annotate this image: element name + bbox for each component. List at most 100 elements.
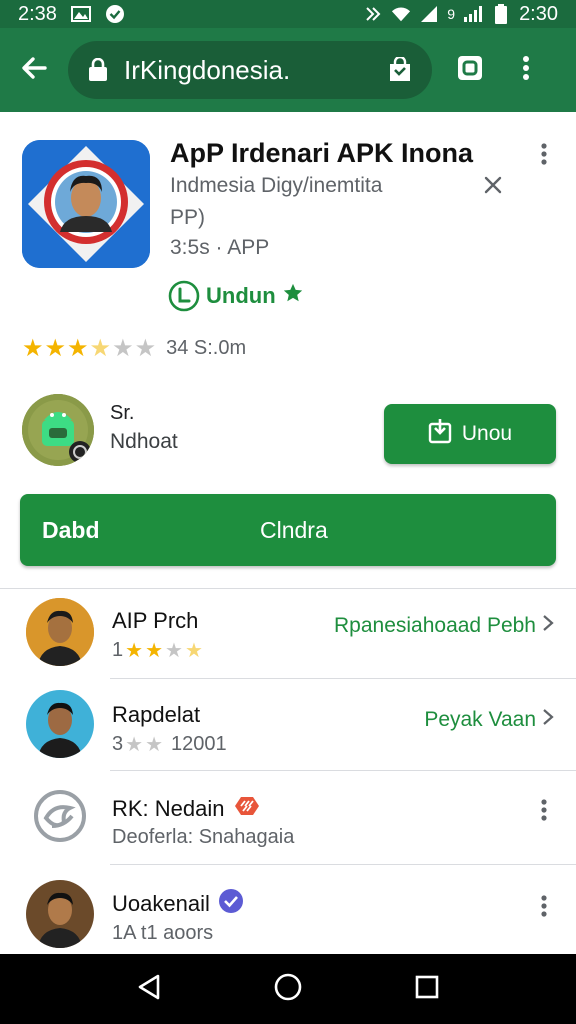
chevron-right-icon	[542, 614, 554, 638]
system-nav-bar	[0, 954, 576, 1024]
signal-icon	[419, 5, 439, 23]
back-button[interactable]	[0, 28, 68, 112]
list-item-rating-prefix: 3	[112, 733, 124, 755]
battery-icon	[491, 4, 511, 24]
developer-subtitle: Ndhoat	[110, 430, 178, 453]
list-item-rating: 3 ★ ★ 12001	[112, 732, 227, 757]
primary-action-center-label: Clndra	[260, 516, 328, 543]
close-icon	[483, 175, 503, 200]
download-badge-label: Undun	[206, 283, 276, 308]
rating-count: 34 S:.0m	[166, 337, 247, 359]
divider	[110, 678, 576, 679]
url-text: IrKingdonesia.	[124, 54, 291, 85]
rating-row: ★ ★ ★ ★ ★ ★ 34 S:.0m	[22, 334, 246, 363]
list-item-subtitle: Deoferla: Snahagaia	[112, 826, 295, 848]
list-item-avatar[interactable]	[26, 690, 94, 758]
divider	[110, 770, 576, 771]
install-button[interactable]: Unou	[384, 404, 556, 464]
app-meta: 3:5s · APP	[170, 236, 270, 259]
tabs-button[interactable]	[442, 28, 498, 112]
list-item-title: AIP Prch	[112, 608, 199, 633]
star-empty-icon: ★	[145, 734, 163, 756]
list-item-title-text: RK: Nedain	[112, 796, 225, 821]
star-icon	[282, 282, 304, 310]
list-item-extra: 12001	[171, 733, 227, 755]
app-detail-card: ApP Irdenari APK Inona Indmesia Digy/ine…	[0, 118, 576, 954]
star-icon: ★	[67, 335, 89, 362]
developer-avatar[interactable]	[22, 394, 94, 466]
tabs-icon	[456, 54, 484, 87]
list-item-link[interactable]: Peyak Vaan	[424, 708, 554, 732]
status-time-right: 2:30	[519, 2, 558, 25]
lock-icon	[86, 58, 110, 82]
list-item-avatar[interactable]	[26, 880, 94, 948]
verified-check-icon	[218, 888, 244, 920]
app-icon[interactable]	[22, 140, 150, 268]
star-empty-icon: ★	[125, 734, 144, 756]
nav-recents-button[interactable]	[407, 969, 447, 1009]
star-empty-icon: ★	[112, 335, 134, 362]
star-empty-icon: ★	[134, 335, 157, 362]
list-item-avatar[interactable]	[26, 782, 94, 850]
arrow-left-icon	[19, 53, 49, 88]
circle-home-icon	[273, 972, 303, 1007]
list-item-link-label: Peyak Vaan	[424, 708, 536, 731]
browser-menu-button[interactable]	[498, 28, 554, 112]
wifi-icon	[391, 5, 411, 23]
star-icon: ★	[125, 640, 144, 662]
primary-action-left-label: Dabd	[42, 516, 100, 543]
star-icon: ★	[44, 335, 67, 362]
nav-home-button[interactable]	[268, 969, 308, 1009]
list-item-link-label: Rpanesiahoaad Pebh	[333, 614, 536, 637]
close-button[interactable]	[478, 172, 508, 202]
star-empty-icon: ★	[165, 640, 183, 662]
url-bar[interactable]: IrKingdonesia.	[68, 41, 432, 99]
shopping-bag-icon[interactable]	[386, 56, 414, 84]
download-circle-icon	[168, 280, 200, 312]
download-icon	[428, 418, 452, 450]
browser-toolbar: IrKingdonesia.	[0, 28, 576, 112]
list-item-title: RK: Nedain	[112, 794, 261, 824]
list-item-rating: 1 ★ ★ ★ ★	[112, 638, 203, 663]
check-circle-icon	[105, 5, 125, 23]
divider	[0, 588, 576, 589]
verified-badge-icon	[233, 794, 261, 824]
install-button-label: Unou	[461, 422, 513, 445]
signal-icon-2	[463, 5, 483, 23]
app-overflow-menu[interactable]	[530, 142, 558, 170]
app-developer: Indmesia Digy/inemtita	[170, 174, 383, 197]
list-item-title-text: Uoakenail	[112, 891, 210, 916]
divider	[110, 864, 576, 865]
status-bar: 2:38 9 2:30	[0, 0, 576, 28]
chevron-right-icon	[542, 708, 554, 732]
more-vert-icon	[540, 894, 548, 922]
list-item-rating-prefix: 1	[112, 639, 124, 661]
app-developer-line2: PP)	[170, 206, 206, 229]
more-vert-icon	[522, 55, 530, 86]
more-vert-icon	[540, 798, 548, 826]
app-title: ApP Irdenari APK Inona	[170, 138, 474, 168]
nfc-icon	[363, 5, 383, 23]
triangle-back-icon	[136, 973, 162, 1006]
star-icon: ★	[145, 640, 163, 662]
square-recents-icon	[414, 974, 440, 1005]
list-item-title: Rapdelat	[112, 702, 201, 727]
star-half-icon: ★	[184, 640, 203, 662]
list-item-subtitle: 1A t1 aoors	[112, 922, 214, 944]
developer-name: Sr.	[110, 402, 135, 424]
list-item-menu[interactable]	[530, 798, 558, 826]
list-item-link[interactable]: Rpanesiahoaad Pebh	[334, 614, 554, 638]
star-icon: ★	[22, 335, 44, 362]
rating-stars: ★ ★ ★ ★ ★ ★	[22, 334, 156, 363]
download-badge: Undun	[168, 280, 304, 312]
signal-strength-text: 9	[447, 6, 456, 22]
more-vert-icon	[540, 142, 548, 170]
list-item-title: Uoakenail	[112, 888, 244, 920]
star-half-icon: ★	[89, 335, 112, 362]
list-item-menu[interactable]	[530, 894, 558, 922]
list-item-avatar[interactable]	[26, 598, 94, 666]
nav-back-button[interactable]	[129, 969, 169, 1009]
gallery-icon	[70, 5, 91, 23]
status-time-left: 2:38	[18, 2, 57, 25]
primary-action-button[interactable]: Dabd Clndra	[20, 494, 556, 566]
